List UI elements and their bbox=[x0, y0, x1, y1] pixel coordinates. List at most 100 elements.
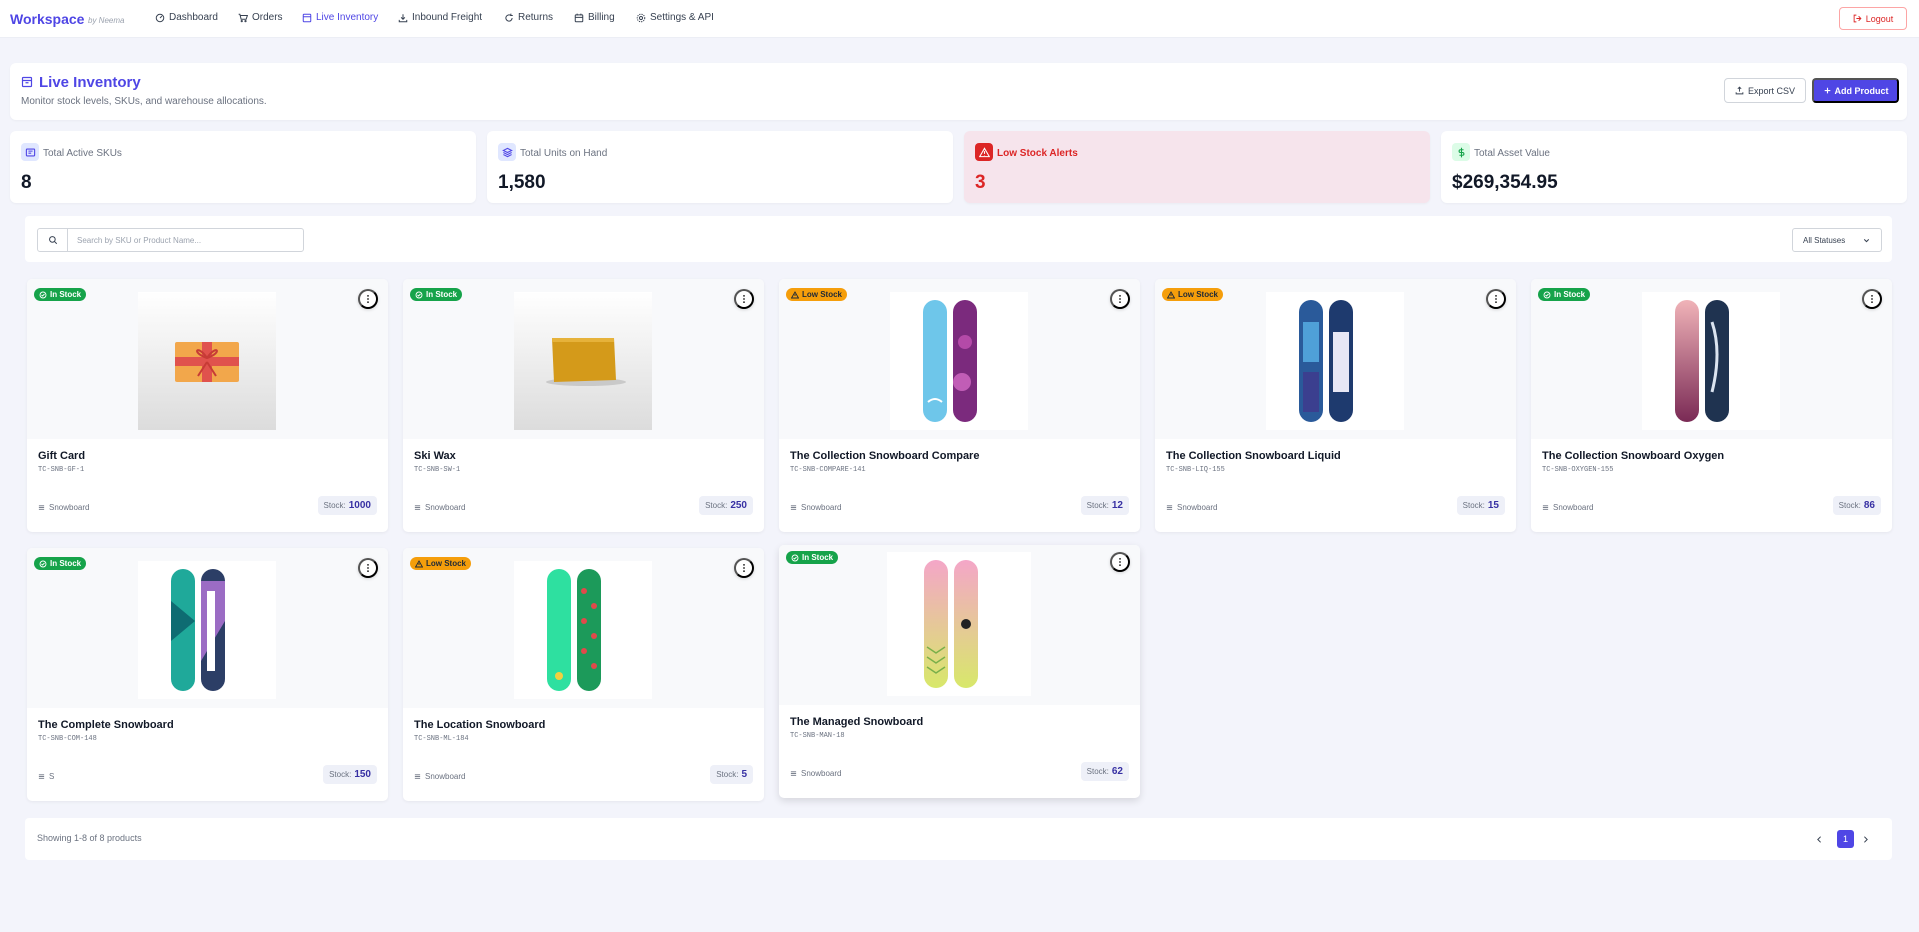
status-filter-select[interactable]: All Statuses bbox=[1792, 228, 1882, 252]
add-product-button[interactable]: Add Product bbox=[1812, 78, 1899, 103]
category-icon bbox=[414, 774, 421, 779]
stat-card-units-on-hand: Total Units on Hand 1,580 bbox=[487, 131, 953, 203]
kebab-menu-icon bbox=[1119, 558, 1121, 566]
product-category: Snowboard bbox=[414, 503, 465, 512]
product-category: Snowboard bbox=[790, 769, 841, 778]
plus-icon bbox=[1824, 87, 1830, 94]
search-input[interactable] bbox=[69, 229, 303, 251]
category-icon bbox=[414, 505, 421, 510]
check-circle-icon bbox=[1543, 291, 1551, 298]
product-card[interactable]: Low Stock The Collection Snowboard Compa… bbox=[779, 279, 1140, 532]
stock-pill: Stock: 5 bbox=[710, 765, 753, 784]
card-menu-button[interactable] bbox=[1110, 289, 1130, 309]
product-card[interactable]: In Stock Ski Wax TC-SNB-SW-1 Snowboard S… bbox=[403, 279, 764, 532]
brand-logo[interactable]: Workspace bbox=[10, 11, 84, 27]
card-menu-button[interactable] bbox=[734, 289, 754, 309]
product-sku: TC-SNB-OXYGEN-155 bbox=[1542, 466, 1614, 474]
stat-value: 8 bbox=[21, 172, 32, 193]
next-page-button[interactable] bbox=[1856, 830, 1874, 848]
search-box bbox=[37, 228, 304, 252]
category-icon bbox=[790, 505, 797, 510]
nav-inbound-freight[interactable]: Inbound Freight bbox=[398, 12, 482, 23]
nav-orders[interactable]: Orders bbox=[238, 12, 283, 23]
product-card[interactable]: Low Stock The Collection Snowboard Liqui… bbox=[1155, 279, 1516, 532]
product-image-board-location bbox=[514, 561, 652, 699]
stock-pill: Stock: 62 bbox=[1080, 762, 1129, 781]
logout-button[interactable]: Logout bbox=[1839, 7, 1907, 30]
nav-dashboard[interactable]: Dashboard bbox=[155, 12, 218, 23]
kebab-menu-icon bbox=[367, 564, 369, 572]
refresh-icon bbox=[505, 13, 513, 22]
product-image-area: In Stock bbox=[779, 545, 1140, 705]
product-image-board-complete bbox=[138, 561, 276, 699]
product-image-gift-card bbox=[138, 292, 276, 430]
product-card[interactable]: In Stock The Managed Snowboard TC-SNB-MA… bbox=[779, 545, 1140, 798]
product-name: The Collection Snowboard Compare bbox=[790, 450, 980, 462]
stat-card-asset-value: Total Asset Value $269,354.95 bbox=[1441, 131, 1907, 203]
product-category: Snowboard bbox=[1166, 503, 1217, 512]
product-sku: TC-SNB-ML-184 bbox=[414, 735, 469, 743]
stock-pill: Stock: 1000 bbox=[317, 496, 377, 515]
status-badge: In Stock bbox=[786, 551, 839, 564]
nav-orders-label: Orders bbox=[252, 12, 283, 23]
nav-live-inventory[interactable]: Live Inventory bbox=[302, 12, 378, 23]
product-image-area: In Stock bbox=[403, 279, 764, 439]
card-menu-button[interactable] bbox=[1110, 552, 1130, 572]
download-icon bbox=[398, 13, 408, 22]
export-csv-button[interactable]: Export CSV bbox=[1724, 78, 1806, 103]
product-name: The Managed Snowboard bbox=[790, 716, 924, 728]
product-card[interactable]: Low Stock The Location Snowboard TC-SNB-… bbox=[403, 548, 764, 801]
nav-billing[interactable]: Billing bbox=[574, 12, 615, 23]
product-card[interactable]: In Stock The Collection Snowboard Oxygen… bbox=[1531, 279, 1892, 532]
status-badge: Low Stock bbox=[786, 288, 848, 301]
search-icon bbox=[38, 229, 68, 251]
product-image-area: Low Stock bbox=[1155, 279, 1516, 439]
product-name: Gift Card bbox=[38, 450, 86, 462]
product-card[interactable]: In Stock Gift Card TC-SNB-GF-1 Snowboard… bbox=[27, 279, 388, 532]
product-category: Snowboard bbox=[38, 503, 89, 512]
category-icon bbox=[38, 505, 45, 510]
check-circle-icon bbox=[415, 291, 423, 298]
product-image-area: In Stock bbox=[27, 548, 388, 708]
box-icon bbox=[21, 76, 33, 88]
prev-page-button[interactable] bbox=[1810, 830, 1828, 848]
product-sku: TC-SNB-MAN-18 bbox=[790, 732, 845, 740]
page-header: Live Inventory Monitor stock levels, SKU… bbox=[10, 63, 1907, 120]
card-menu-button[interactable] bbox=[358, 558, 378, 578]
gear-icon bbox=[636, 13, 646, 22]
nav-returns-label: Returns bbox=[518, 12, 554, 23]
stat-card-active-skus: Total Active SKUs 8 bbox=[10, 131, 476, 203]
card-menu-button[interactable] bbox=[734, 558, 754, 578]
nav-settings[interactable]: Settings & API bbox=[636, 12, 714, 23]
product-category: Snowboard bbox=[414, 772, 465, 781]
chevron-right-icon bbox=[1863, 835, 1868, 843]
kebab-menu-icon bbox=[743, 564, 745, 572]
kebab-menu-icon bbox=[743, 295, 745, 303]
card-menu-button[interactable] bbox=[1862, 289, 1882, 309]
add-product-label: Add Product bbox=[1834, 85, 1889, 96]
card-menu-button[interactable] bbox=[1486, 289, 1506, 309]
page-number-button[interactable]: 1 bbox=[1837, 830, 1854, 848]
dollar-icon bbox=[1452, 143, 1470, 161]
kebab-menu-icon bbox=[367, 295, 369, 303]
export-csv-label: Export CSV bbox=[1747, 85, 1796, 96]
product-image-area: In Stock bbox=[1531, 279, 1892, 439]
chevron-down-icon bbox=[1863, 238, 1870, 242]
logout-icon bbox=[1853, 14, 1862, 23]
stock-pill: Stock: 150 bbox=[323, 765, 377, 784]
nav-dashboard-label: Dashboard bbox=[169, 12, 218, 23]
calendar-icon bbox=[574, 13, 584, 22]
nav-returns[interactable]: Returns bbox=[504, 12, 553, 23]
stock-pill: Stock: 250 bbox=[699, 496, 753, 515]
pagination-footer: Showing 1-8 of 8 products 1 bbox=[25, 818, 1892, 860]
page-subtitle: Monitor stock levels, SKUs, and warehous… bbox=[21, 96, 267, 107]
product-sku: TC-SNB-LIQ-155 bbox=[1166, 466, 1225, 474]
product-card[interactable]: In Stock The Complete Snowboard TC-SNB-C… bbox=[27, 548, 388, 801]
product-sku: TC-SNB-COM-148 bbox=[38, 735, 97, 743]
stat-label: Low Stock Alerts bbox=[997, 148, 1078, 159]
status-badge: In Stock bbox=[410, 288, 463, 301]
card-menu-button[interactable] bbox=[358, 289, 378, 309]
product-image-ski-wax bbox=[514, 292, 652, 430]
status-badge: In Stock bbox=[1538, 288, 1591, 301]
check-circle-icon bbox=[791, 554, 799, 561]
